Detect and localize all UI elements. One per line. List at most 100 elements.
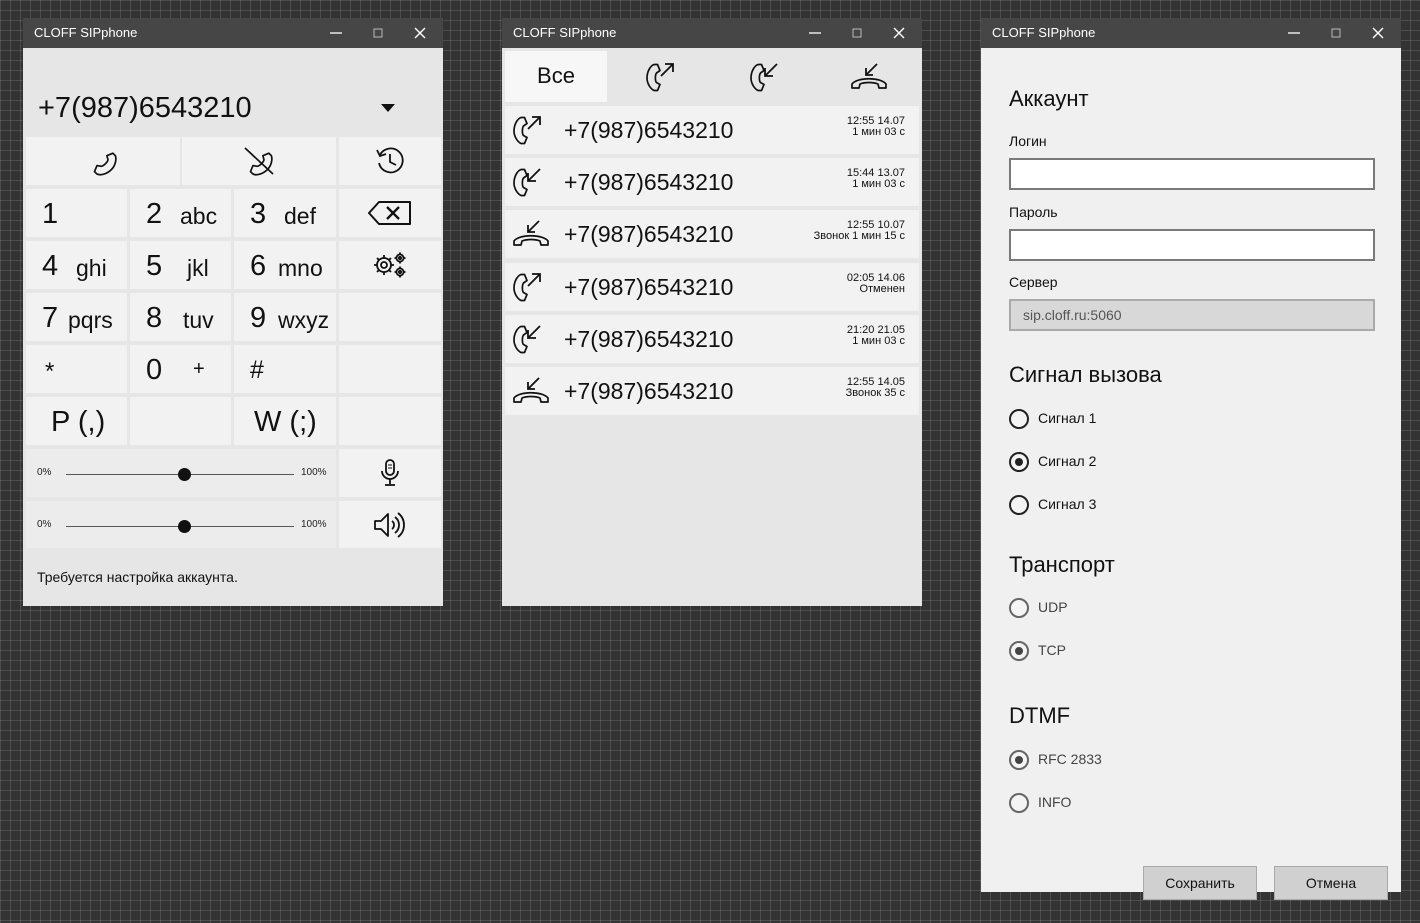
window-title: CLOFF SIPphone: [513, 25, 617, 40]
key-5[interactable]: 5 jkl: [130, 241, 231, 289]
minimize-icon: [1288, 32, 1300, 34]
radio-circle[interactable]: [1009, 793, 1029, 813]
maximize-button[interactable]: [1313, 18, 1359, 48]
key-digit: 1: [42, 198, 59, 230]
empty-key: [339, 293, 441, 341]
password-label: Пароль: [1009, 204, 1058, 220]
cancel-button-label: Отмена: [1305, 875, 1357, 891]
radio-label: Сигнал 3: [1038, 496, 1097, 512]
status-bar: Требуется настройка аккаунта.: [23, 548, 443, 606]
tab-incoming[interactable]: [714, 51, 815, 102]
radio-label: Сигнал 2: [1038, 453, 1097, 469]
call-button[interactable]: [26, 137, 180, 185]
history-row[interactable]: +7(987)6543210 02:05 14.06 Отменен: [505, 262, 919, 311]
slider-thumb[interactable]: [178, 520, 192, 533]
key-letters: wxyz: [278, 307, 330, 333]
key-1[interactable]: 1: [26, 189, 127, 237]
key-8[interactable]: 8 tuv: [130, 293, 231, 341]
radio-label: TCP: [1038, 642, 1066, 658]
radio-label: RFC 2833: [1038, 751, 1102, 767]
history-row[interactable]: +7(987)6543210 12:55 14.07 1 мин 03 с: [505, 106, 919, 154]
history-row[interactable]: +7(987)6543210 21:20 21.05 1 мин 03 с: [505, 314, 919, 363]
history-number: +7(987)6543210: [564, 169, 734, 196]
outgoing-call-icon: [513, 116, 541, 145]
key-4[interactable]: 4 ghi: [26, 241, 127, 289]
key-digit: #: [250, 356, 264, 384]
history-window: CLOFF SIPphone Все +7(987)6543210 12:55 1…: [502, 18, 922, 606]
key-6[interactable]: 6 mno: [234, 241, 336, 289]
minimize-button[interactable]: [1271, 18, 1317, 48]
history-row[interactable]: +7(987)6543210 12:55 14.05 Звонок 35 с: [505, 367, 919, 415]
radio-circle[interactable]: [1009, 452, 1029, 472]
history-button[interactable]: [339, 137, 441, 185]
key-letters: ghi: [76, 255, 107, 281]
minimize-button[interactable]: [313, 18, 359, 48]
outgoing-call-icon: [645, 62, 674, 91]
history-number: +7(987)6543210: [564, 221, 734, 248]
minimize-button[interactable]: [792, 18, 838, 48]
save-button-label: Сохранить: [1165, 875, 1235, 891]
settings-button[interactable]: [339, 241, 441, 289]
maximize-icon: [852, 28, 862, 38]
history-row[interactable]: +7(987)6543210 15:44 13.07 1 мин 03 с: [505, 158, 919, 207]
history-detail: Звонок 1 мин 15 с: [813, 230, 905, 243]
history-icon: [376, 147, 404, 174]
key-letters: pqrs: [68, 307, 113, 333]
title-bar: CLOFF SIPphone: [23, 18, 443, 48]
title-bar: CLOFF SIPphone: [981, 18, 1401, 48]
radio-circle[interactable]: [1009, 409, 1029, 429]
key-7[interactable]: 7 pqrs: [26, 293, 127, 341]
key-2[interactable]: 2 abc: [130, 189, 231, 237]
close-button[interactable]: [1355, 18, 1401, 48]
close-button[interactable]: [876, 18, 922, 48]
key-letters: tuv: [183, 307, 214, 333]
radio-circle[interactable]: [1009, 495, 1029, 515]
maximize-button[interactable]: [834, 18, 880, 48]
minimize-icon: [809, 32, 821, 34]
close-button[interactable]: [397, 18, 443, 48]
backspace-button[interactable]: [339, 189, 441, 237]
radio-circle[interactable]: [1009, 750, 1029, 770]
maximize-button[interactable]: [355, 18, 401, 48]
ringtone-section-title: Сигнал вызова: [1009, 362, 1162, 387]
history-detail: Звонок 35 с: [845, 387, 905, 399]
microphone-button[interactable]: [339, 449, 441, 497]
hangup-button[interactable]: [182, 137, 336, 185]
history-row[interactable]: +7(987)6543210 12:55 10.07 Звонок 1 мин 15…: [505, 210, 919, 259]
radio-label: Сигнал 1: [1038, 410, 1097, 426]
radio-label: UDP: [1038, 599, 1068, 615]
pause-key[interactable]: P (,): [26, 397, 127, 445]
key-star[interactable]: *: [26, 345, 127, 393]
password-field[interactable]: [1009, 229, 1375, 261]
history-number: +7(987)6543210: [564, 378, 734, 404]
chevron-down-icon[interactable]: [381, 104, 395, 112]
history-detail: 1 мин 03 с: [852, 334, 905, 347]
key-0[interactable]: 0 +: [130, 345, 231, 393]
tab-all[interactable]: Все: [505, 51, 607, 102]
title-bar: CLOFF SIPphone: [502, 18, 922, 48]
speaker-button[interactable]: [339, 501, 441, 549]
tab-outgoing[interactable]: [610, 51, 711, 102]
key-digit: *: [45, 358, 55, 385]
key-hash[interactable]: #: [234, 345, 336, 393]
key-digit: 9: [250, 302, 267, 334]
radio-circle[interactable]: [1009, 598, 1029, 618]
close-icon: [893, 27, 905, 39]
pause-key-label: P (,): [51, 406, 106, 438]
login-field[interactable]: [1009, 158, 1375, 190]
hangup-icon: [244, 147, 276, 177]
key-digit: 3: [250, 198, 267, 230]
slider-max-label: 100%: [301, 519, 327, 530]
tab-missed[interactable]: [818, 51, 919, 102]
save-button[interactable]: Сохранить: [1143, 866, 1257, 900]
key-9[interactable]: 9 wxyz: [234, 293, 336, 341]
radio-circle[interactable]: [1009, 641, 1029, 661]
key-letters: abc: [180, 203, 218, 229]
key-3[interactable]: 3 def: [234, 189, 336, 237]
close-icon: [414, 27, 426, 39]
slider-thumb[interactable]: [178, 468, 192, 481]
window-title: CLOFF SIPphone: [992, 25, 1096, 40]
radio-dot: [1015, 458, 1023, 466]
wait-key[interactable]: W (;): [234, 397, 336, 445]
cancel-button[interactable]: Отмена: [1274, 866, 1388, 900]
